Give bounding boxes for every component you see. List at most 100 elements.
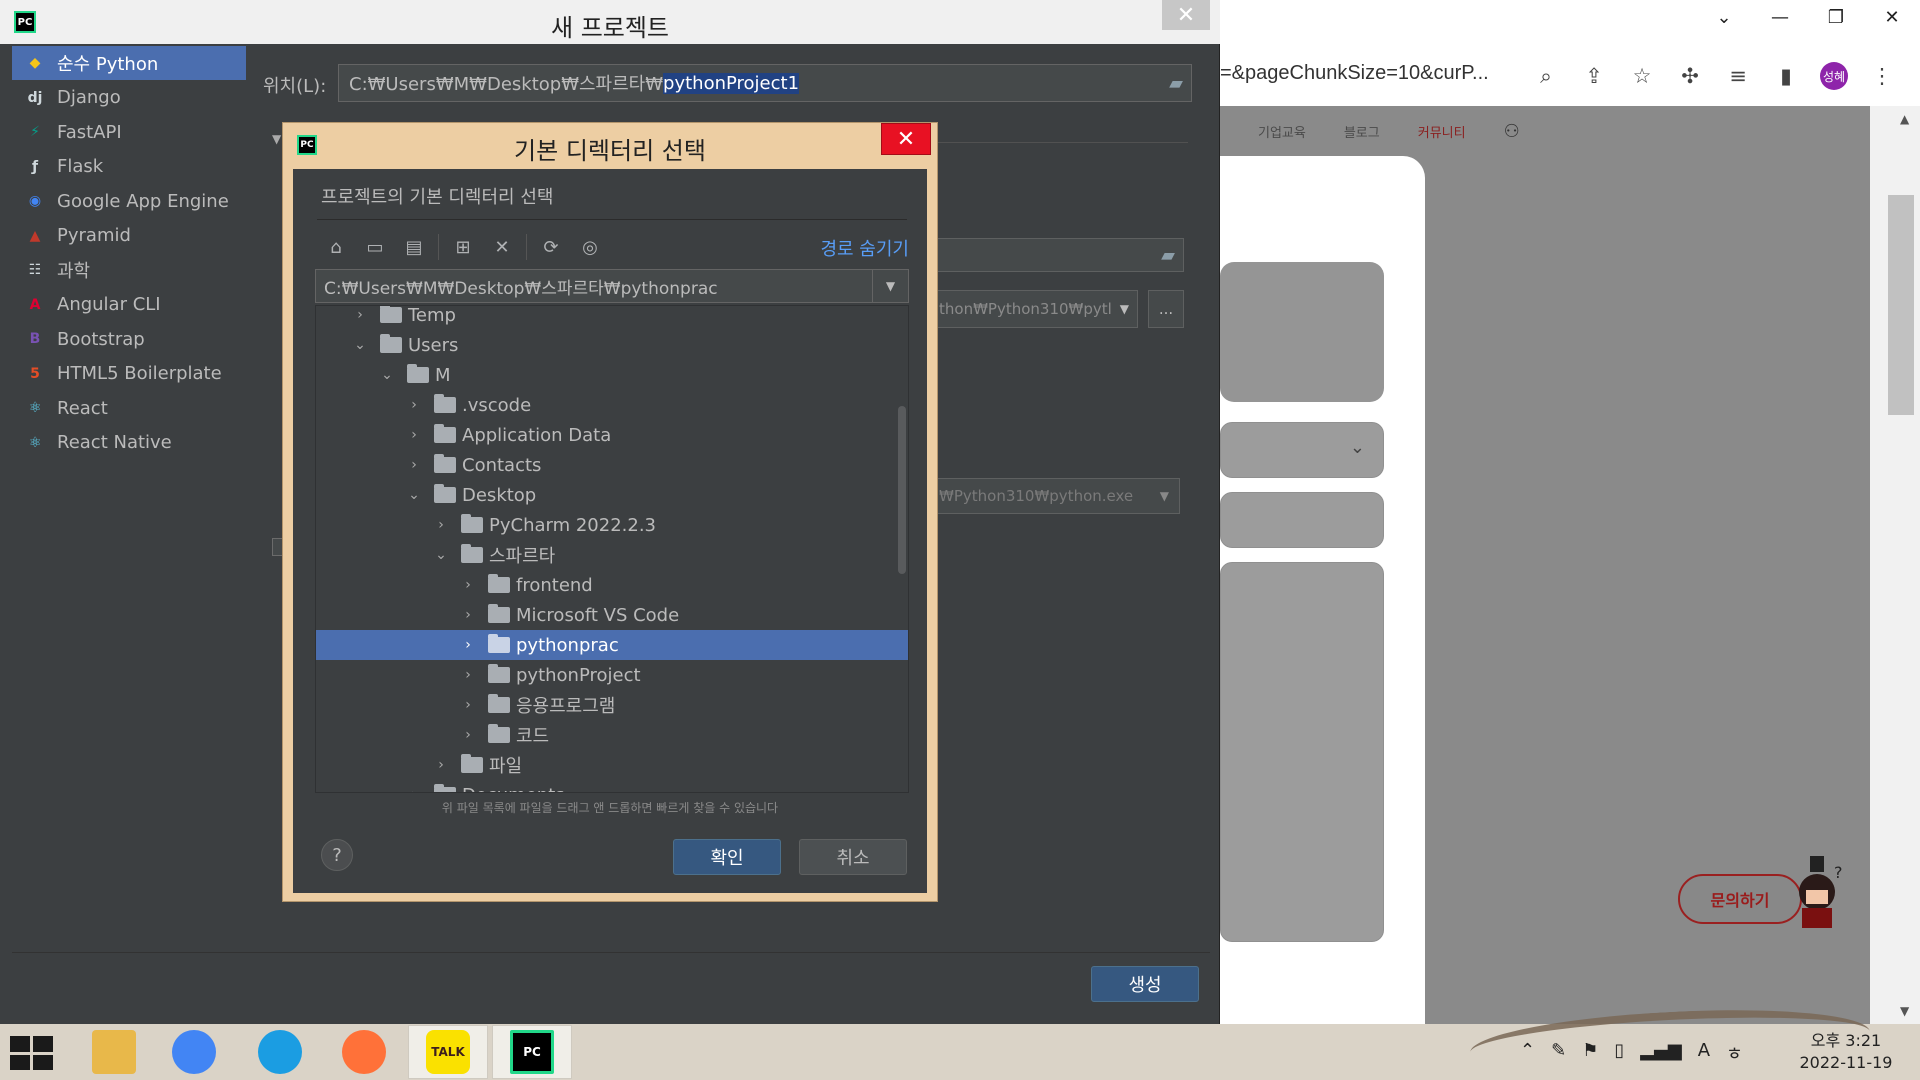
browser-scroll-thumb[interactable] [1888,195,1914,415]
restore-icon[interactable]: ❐ [1808,0,1864,34]
sidebar-item-2[interactable]: dj Django [12,81,246,115]
chevron-right-icon[interactable]: › [406,457,422,473]
section-expand-chevron-icon[interactable]: ▼ [272,132,281,146]
sidebar-item-11[interactable]: ⚛ React [12,391,246,425]
tree-node[interactable]: › Documents [316,780,908,792]
chevron-right-icon[interactable]: › [460,637,476,653]
sidebar-item-8[interactable]: A Angular CLI [12,288,246,322]
sidebar-item-7[interactable]: ☷ 과학 [12,253,246,287]
sidebar-item-6[interactable]: ▲ Pyramid [12,219,246,253]
chevron-right-icon[interactable]: › [460,697,476,713]
chevron-right-icon[interactable]: › [433,757,449,773]
browser-menu-icon[interactable]: ⋮ [1858,60,1906,92]
chevron-down-icon[interactable]: ⌄ [352,337,368,353]
taskbar-app-1[interactable] [74,1025,154,1079]
directory-tree[interactable]: › Documents › 파일 › 코드 › 응용프로그램 › pythonProject › py… [315,305,909,793]
chevron-down-icon[interactable]: ⌄ [406,487,422,503]
path-input[interactable]: C:₩Users₩M₩Desktop₩스파르타₩pythonprac ▼ [315,269,909,303]
chevron-down-icon[interactable]: ⌄ [433,547,449,563]
close-icon[interactable]: ✕ [1864,0,1920,34]
chevron-right-icon[interactable]: › [433,517,449,533]
tree-node[interactable]: › 응용프로그램 [316,690,908,720]
tab-list-chevron-icon[interactable]: ⌄ [1696,0,1752,34]
desktop-icon[interactable]: ▭ [360,232,390,262]
sidebar-item-1[interactable]: ◆ 순수 Python [12,46,246,80]
dialog-close-button[interactable]: ✕ [881,123,931,155]
text-field[interactable] [1220,492,1384,548]
tree-node[interactable]: ⌄ M [316,360,908,390]
tree-node[interactable]: › Application Data [316,420,908,450]
ok-button[interactable]: 확인 [673,839,781,875]
minimize-icon[interactable]: — [1752,0,1808,34]
window-close-button[interactable]: ✕ [1162,0,1210,30]
chevron-right-icon[interactable]: › [406,397,422,413]
zoom-icon[interactable]: ⌕ [1522,60,1570,92]
taskbar-app-3[interactable] [240,1025,320,1079]
chevron-right-icon[interactable]: › [406,427,422,443]
select-field[interactable]: ⌄ [1220,422,1384,478]
scroll-down-arrow-icon[interactable]: ▼ [1900,1004,1909,1018]
sidebar-item-10[interactable]: 5 HTML5 Boilerplate [12,357,246,391]
chevron-right-icon[interactable]: › [460,727,476,743]
address-bar-text[interactable]: =&pageChunkSize=10&curP... [1220,62,1489,85]
more-interpreters-button[interactable]: ... [1148,290,1184,328]
sidebar-item-3[interactable]: ⚡ FastAPI [12,115,246,149]
delete-icon[interactable]: ✕ [487,232,517,262]
tree-node[interactable]: › Temp [316,306,908,330]
taskbar-app-5[interactable]: TALK [408,1025,488,1079]
home-icon[interactable]: ⌂ [321,232,351,262]
extensions-icon[interactable]: ✣ [1666,60,1714,92]
scroll-up-arrow-icon[interactable]: ▲ [1900,112,1909,126]
inquiry-button[interactable]: 문의하기 [1678,874,1802,924]
chevron-right-icon[interactable]: › [406,787,422,792]
taskbar-app-4[interactable] [324,1025,404,1079]
chevron-down-icon[interactable]: ⌄ [379,367,395,383]
project-folder-icon[interactable]: ▤ [399,232,429,262]
sidebar-item-4[interactable]: ƒ Flask [12,150,246,184]
new-folder-icon[interactable]: ⊞ [448,232,478,262]
tree-node[interactable]: › 파일 [316,750,908,780]
nav-community[interactable]: 커뮤니티 [1418,122,1466,141]
nav-corporate-education[interactable]: 기업교육 [1258,122,1306,141]
interpreter-select[interactable]: thon₩Python310₩pytl ▼ [920,290,1138,328]
tree-node[interactable]: ⌄ Desktop [316,480,908,510]
side-panel-icon[interactable]: ▮ [1762,60,1810,92]
chevron-right-icon[interactable]: › [460,577,476,593]
profile-avatar[interactable]: 성혜 [1820,62,1848,90]
tree-node[interactable]: › Microsoft VS Code [316,600,908,630]
location-input[interactable]: C:₩Users₩M₩Desktop₩스파르타₩ pythonProject1 ▰ [338,64,1192,102]
browse-folder-icon[interactable]: ▰ [1161,245,1175,266]
refresh-icon[interactable]: ⟳ [536,232,566,262]
share-icon[interactable]: ⇪ [1570,60,1618,92]
user-icon[interactable]: ⚇ [1504,121,1520,142]
taskbar-app-6[interactable]: PC [492,1025,572,1079]
venv-location-input[interactable]: ▰ [920,238,1184,272]
sidebar-item-5[interactable]: ◉ Google App Engine [12,184,246,218]
sidebar-item-12[interactable]: ⚛ React Native [12,426,246,460]
tree-node[interactable]: › pythonprac [316,630,908,660]
path-history-dropdown-icon[interactable]: ▼ [872,270,908,302]
create-button[interactable]: 생성 [1091,966,1199,1002]
taskbar-app-2[interactable] [154,1025,234,1079]
windows-start-icon[interactable] [10,1036,54,1070]
show-hidden-files-icon[interactable]: ◎ [575,232,605,262]
tree-scroll-thumb[interactable] [898,406,906,574]
chevron-right-icon[interactable]: › [352,307,368,323]
chevron-right-icon[interactable]: › [460,607,476,623]
base-interpreter-select[interactable]: ₩Python310₩python.exe ▼ [920,478,1180,514]
nav-blog[interactable]: 블로그 [1344,122,1380,141]
hide-path-link[interactable]: 경로 숨기기 [820,235,909,261]
cancel-button[interactable]: 취소 [799,839,907,875]
tree-node[interactable]: ⌄ Users [316,330,908,360]
tree-node[interactable]: › pythonProject [316,660,908,690]
sidebar-item-9[interactable]: B Bootstrap [12,322,246,356]
tree-node[interactable]: › .vscode [316,390,908,420]
tree-node[interactable]: › frontend [316,570,908,600]
tree-node[interactable]: › Contacts [316,450,908,480]
tree-node[interactable]: ⌄ 스파르타 [316,540,908,570]
chevron-right-icon[interactable]: › [460,667,476,683]
bookmark-star-icon[interactable]: ☆ [1618,60,1666,92]
textarea-field[interactable] [1220,562,1384,942]
help-button[interactable]: ? [321,839,353,871]
browse-folder-icon[interactable]: ▰ [1169,73,1183,94]
